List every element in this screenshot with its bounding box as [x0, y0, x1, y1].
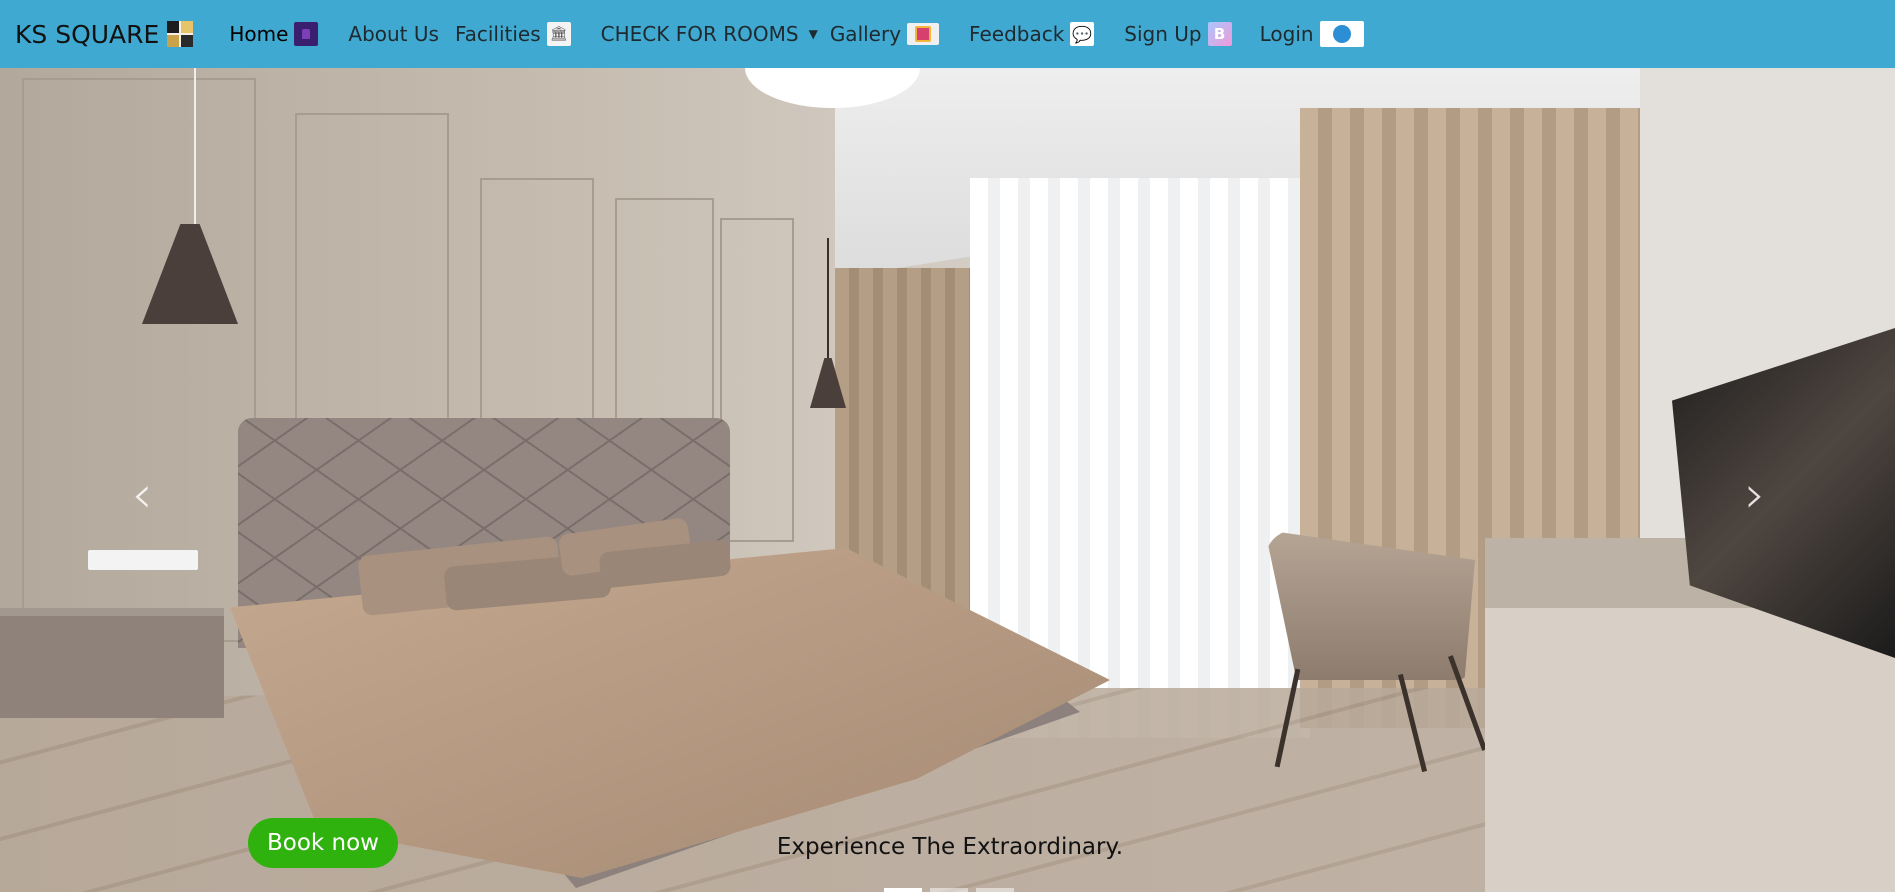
gallery-icon: [907, 23, 940, 45]
carousel-indicator-3[interactable]: [976, 888, 1014, 892]
carousel-indicators: [884, 888, 1014, 892]
brand-name: KS SQUARE: [15, 19, 160, 49]
nav-about-us[interactable]: About Us: [348, 22, 439, 46]
pendant-cord: [827, 238, 829, 360]
nav-feedback-label: Feedback: [969, 22, 1065, 46]
nav-check-rooms-dropdown[interactable]: CHECK FOR ROOMS ▼: [601, 22, 818, 46]
carousel-indicator-2[interactable]: [930, 888, 968, 892]
wall-panel: [720, 218, 794, 542]
nav-facilities-label: Facilities: [454, 22, 541, 46]
home-icon: [294, 22, 319, 46]
nav-feedback[interactable]: Feedback 💬: [969, 22, 1095, 46]
nav-sign-up[interactable]: Sign Up B: [1124, 22, 1232, 46]
nav-facilities[interactable]: Facilities 🏛: [455, 22, 571, 46]
nav-gallery[interactable]: Gallery: [829, 22, 940, 46]
tv-desk: [1485, 608, 1895, 892]
nav-signup-label: Sign Up: [1124, 22, 1202, 46]
user-icon: [1319, 21, 1364, 47]
caret-down-icon: ▼: [808, 27, 818, 41]
chat-icon: 💬: [1070, 22, 1095, 46]
chevron-left-icon: ‹: [131, 465, 153, 525]
brand-link[interactable]: KS SQUARE: [15, 19, 194, 49]
top-navbar: KS SQUARE Home About Us Facilities 🏛 CHE…: [0, 0, 1895, 68]
book-now-button[interactable]: Book now: [248, 818, 398, 868]
wall-switch: [88, 550, 198, 570]
hero-carousel: [0, 68, 1895, 892]
chevron-right-icon: ›: [1744, 465, 1766, 525]
carousel-prev-button[interactable]: ‹: [112, 455, 172, 535]
nav-gallery-label: Gallery: [829, 22, 902, 46]
carousel-next-button[interactable]: ›: [1725, 455, 1785, 535]
nav-home[interactable]: Home: [229, 22, 319, 46]
building-icon: 🏛: [546, 22, 571, 46]
carousel-caption: Experience The Extraordinary.: [776, 834, 1124, 860]
nightstand: [0, 608, 224, 718]
nav-login-label: Login: [1259, 22, 1314, 46]
brand-logo-icon: [167, 21, 194, 47]
nav-check-rooms-label: CHECK FOR ROOMS: [600, 22, 799, 46]
signup-icon: B: [1207, 22, 1232, 46]
nav-login[interactable]: Login: [1260, 21, 1364, 47]
pendant-cord: [194, 68, 196, 226]
carousel-indicator-1[interactable]: [884, 888, 922, 892]
nav-home-label: Home: [229, 22, 289, 46]
nav-about-label: About Us: [348, 22, 439, 46]
